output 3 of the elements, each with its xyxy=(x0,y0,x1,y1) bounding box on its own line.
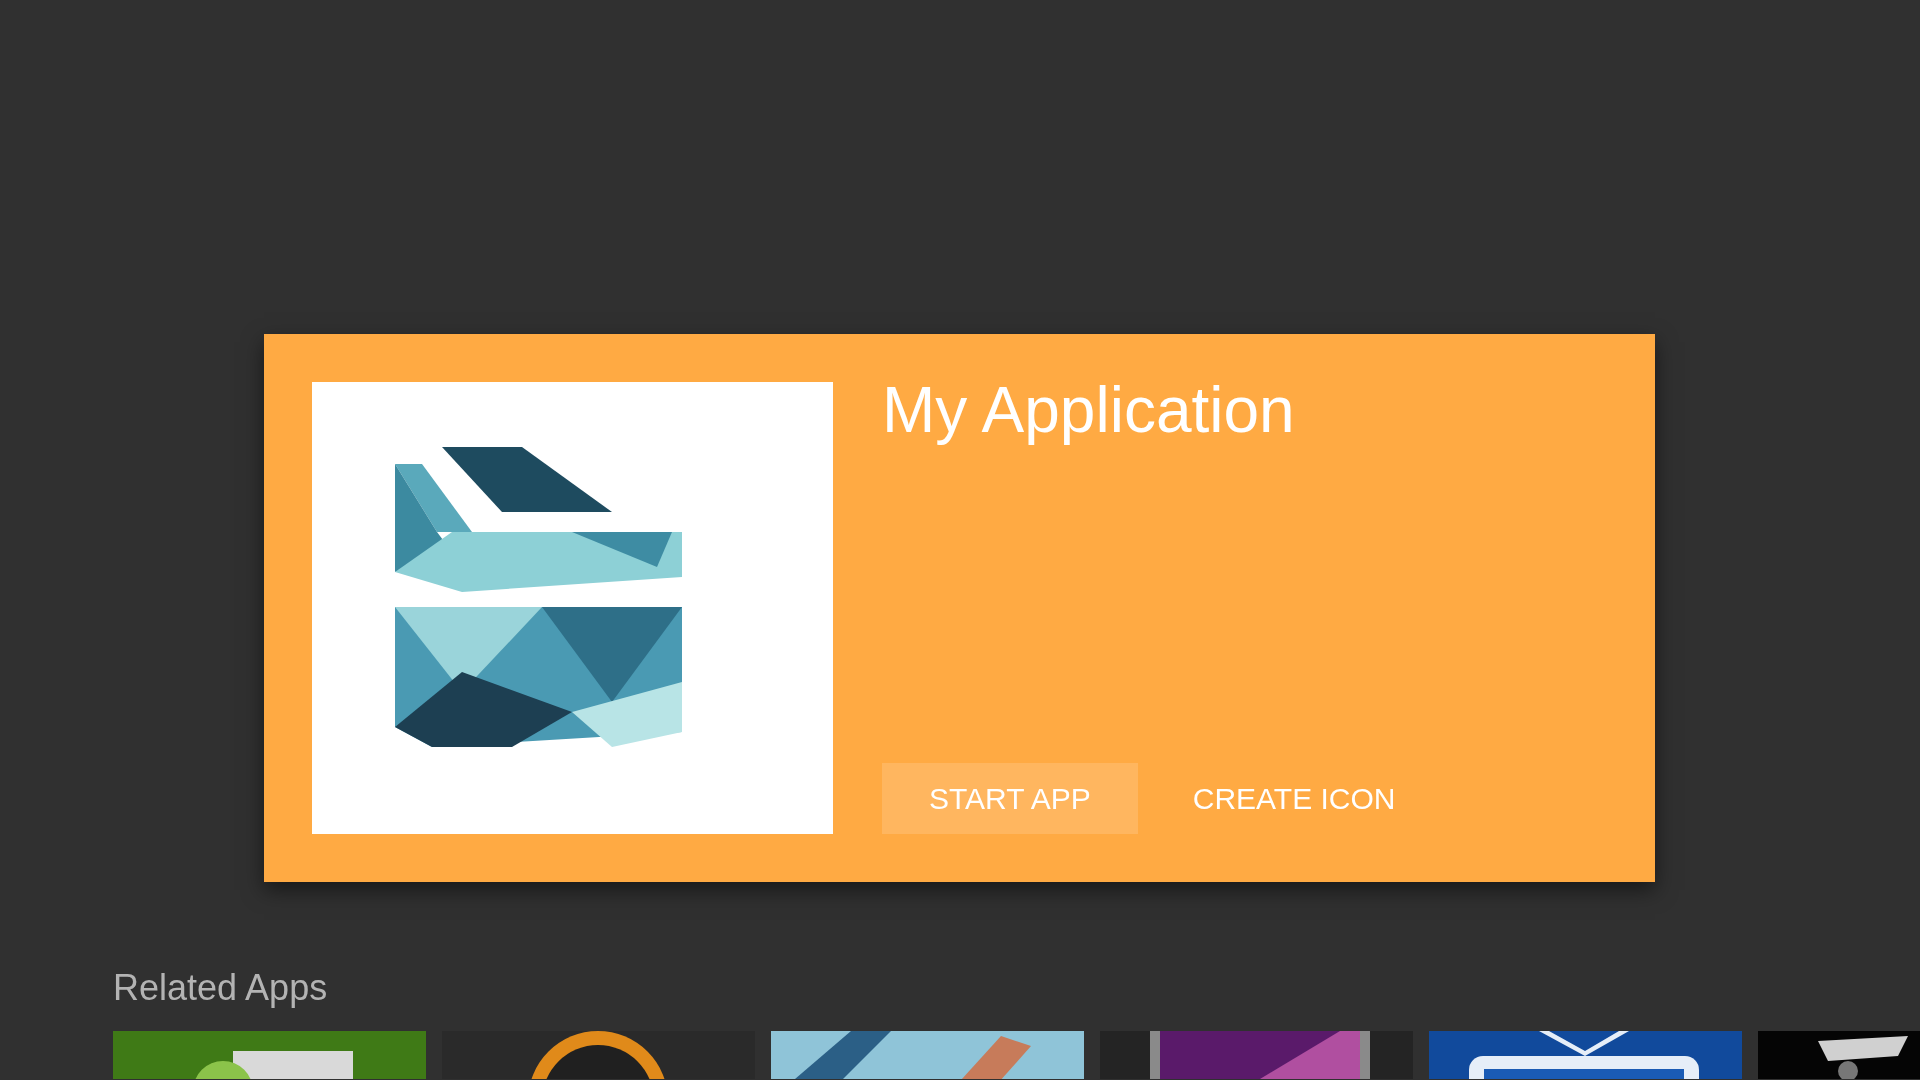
action-button[interactable]: START APP xyxy=(882,763,1138,834)
action-button[interactable]: CREATE ICON xyxy=(1145,763,1443,834)
section-heading: Related Apps xyxy=(113,970,329,1006)
